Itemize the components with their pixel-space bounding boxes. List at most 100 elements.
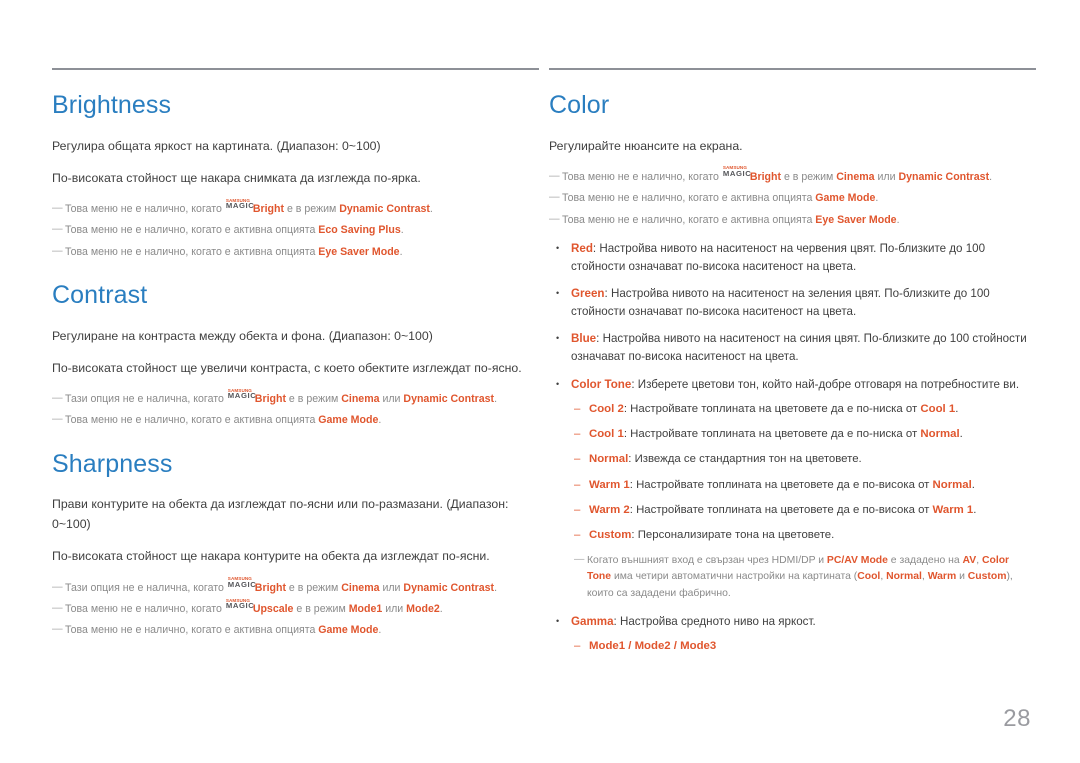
section-title: Color <box>549 91 610 119</box>
option-bullet-item: • Blue: Настройва нивото на наситеност на… <box>556 332 1027 363</box>
option-sub-item: – Cool 2: Настройвате топлината на цветов… <box>549 401 1036 418</box>
setting-keyword: Eye Saver Mode <box>815 213 897 226</box>
column-rule-left <box>52 68 539 70</box>
availability-note: — Това меню не е налично, когато SAMSUNG M… <box>52 597 443 616</box>
setting-keyword: Normal <box>932 478 972 491</box>
setting-keyword: Cinema <box>836 170 875 183</box>
section-title: Sharpness <box>52 449 173 478</box>
option-list: • Red: Настройва нивото на наситеност на … <box>549 240 1036 656</box>
option-sub-item: – Normal: Извежда се стандартния тон на ц… <box>549 451 1036 468</box>
right-column: Color Регулирайте нюансите на екрана. — Тов… <box>549 0 1036 655</box>
setting-keyword: Custom <box>967 571 1007 583</box>
right-sections: Color Регулирайте нюансите на екрана. — Тов… <box>549 91 1036 656</box>
bullet-dot-icon: • <box>556 333 560 344</box>
setting-keyword: Normal <box>920 428 960 441</box>
setting-keyword: Warm 1 <box>589 478 630 491</box>
section-body-line: Регулиране на контраста между обекта и ф… <box>52 328 433 343</box>
option-bullet-item: • Green: Настройва нивото на наситеност н… <box>556 287 990 318</box>
sub-dash-icon: – <box>574 640 581 653</box>
section-body-line: По-високата стойност ще накара контурите… <box>52 549 490 564</box>
availability-note: — Това меню не е налично, когато е активн… <box>52 623 382 637</box>
column-rule-right <box>549 68 1036 70</box>
option-sub-item: – Custom: Персонализирате тона на цветове… <box>549 527 1036 544</box>
option-bullet-item: • Red: Настройва нивото на наситеност на … <box>556 241 986 273</box>
setting-keyword: Cinema <box>341 393 380 406</box>
section-title: Brightness <box>52 91 172 119</box>
setting-keyword: Cool 1 <box>589 428 624 441</box>
setting-keyword: Bright <box>254 581 286 594</box>
availability-note: — Това меню не е налично, когато SAMSUNG M… <box>52 197 433 215</box>
samsung-magic-logo: SAMSUNG MAGIC <box>228 388 256 402</box>
note-dash-icon: — <box>52 244 63 257</box>
option-sub-item: – Mode1 / Mode2 / Mode3 <box>549 638 1036 655</box>
setting-keyword: Dynamic Contrast <box>403 393 495 406</box>
option-sub-item: – Warm 2: Настройвате топлината на цветов… <box>549 502 1036 519</box>
note-dash-icon: — <box>52 223 63 236</box>
setting-keyword: PC/AV Mode <box>826 554 888 566</box>
section-body-line: По-високата стойност ще накара снимката … <box>52 170 421 185</box>
setting-keyword: Cool 2 <box>589 403 624 416</box>
note-dash-icon: — <box>52 201 63 214</box>
availability-note: — Това меню не е налично, когато е активн… <box>52 223 404 237</box>
note-dash-icon: — <box>52 623 63 636</box>
availability-note: — Това меню не е налично, когато е активн… <box>52 413 382 427</box>
setting-keyword: Normal <box>589 453 629 466</box>
samsung-magic-logo: SAMSUNG MAGIC <box>722 166 752 180</box>
availability-note: — Това меню не е налично, когато е активн… <box>549 212 900 226</box>
bullet-dot-icon: • <box>556 615 560 626</box>
samsung-magic-bottom-label: MAGIC <box>722 168 752 178</box>
setting-keyword: Blue <box>571 332 597 346</box>
setting-keyword: Eco Saving Plus <box>318 224 401 237</box>
setting-keyword: Gamma <box>571 614 614 628</box>
setting-keyword: Cool <box>857 571 881 583</box>
availability-note: — Това меню не е налично, когато е активн… <box>549 191 879 205</box>
bullet-dot-icon: • <box>556 242 560 253</box>
setting-keyword: Game Mode <box>815 192 876 205</box>
setting-keyword: Bright <box>254 393 286 406</box>
setting-keyword: AV <box>962 554 977 566</box>
note-dash-icon: — <box>549 169 560 182</box>
setting-keyword: Bright <box>749 170 781 183</box>
page-columns: Brightness Регулира общата яркост на карт… <box>0 0 1080 655</box>
note-dash-icon: — <box>52 392 63 405</box>
availability-note: — Това меню не е налично, когато е активн… <box>52 244 403 258</box>
note-dash-icon: — <box>549 212 560 225</box>
note-dash-icon: — <box>574 553 585 565</box>
setting-keyword: Bright <box>252 202 284 215</box>
sub-dash-icon: – <box>574 453 581 466</box>
left-column: Brightness Регулира общата яркост на карт… <box>52 0 539 655</box>
note-dash-icon: — <box>52 413 63 426</box>
note-dash-icon: — <box>52 580 63 593</box>
setting-keyword: Game Mode <box>318 414 379 427</box>
setting-keyword: Warm 1 <box>932 503 974 516</box>
samsung-magic-bottom-label: MAGIC <box>225 600 255 610</box>
setting-keyword: Color Tone <box>571 377 632 391</box>
section-body-line: По-високата стойност ще увеличи контраст… <box>52 360 522 375</box>
setting-keyword: Mode1 <box>348 603 383 616</box>
availability-note: — Тази опция не е налична, когато SAMSUNG… <box>52 576 498 594</box>
setting-keyword: Mode1 / Mode2 / Mode3 <box>589 640 717 653</box>
note-dash-icon: — <box>52 602 63 615</box>
samsung-magic-logo: SAMSUNG MAGIC <box>225 198 255 212</box>
section-body-line: Регулирайте нюансите на екрана. <box>549 138 743 153</box>
availability-note: — Тази опция не е налична, когато SAMSUNG… <box>52 387 498 406</box>
section-body-line: Регулира общата яркост на картината. (Ди… <box>52 138 381 153</box>
setting-keyword: Game Mode <box>318 624 379 637</box>
setting-keyword: Upscale <box>252 603 294 616</box>
option-sub-note: — Когато външният вход е свързан чрез HDM… <box>574 553 1013 600</box>
setting-keyword: Dynamic Contrast <box>898 170 990 183</box>
left-sections: Brightness Регулира общата яркост на карт… <box>52 91 539 639</box>
setting-keyword: Cinema <box>341 581 380 594</box>
samsung-magic-bottom-label: MAGIC <box>225 200 255 210</box>
bullet-dot-icon: • <box>556 378 560 389</box>
option-bullet-item: • Gamma: Настройва средното ниво на яркос… <box>549 613 1036 631</box>
sub-dash-icon: – <box>574 478 581 491</box>
setting-keyword: Warm <box>927 571 957 583</box>
option-sub-item: – Cool 1: Настройвате топлината на цветов… <box>549 426 1036 443</box>
setting-keyword: Eye Saver Mode <box>318 245 400 258</box>
setting-keyword: Mode2 <box>406 603 440 616</box>
setting-keyword: Normal <box>886 571 922 583</box>
samsung-magic-bottom-label: MAGIC <box>227 579 257 589</box>
sub-dash-icon: – <box>574 528 581 541</box>
samsung-magic-logo: SAMSUNG MAGIC <box>227 577 257 591</box>
